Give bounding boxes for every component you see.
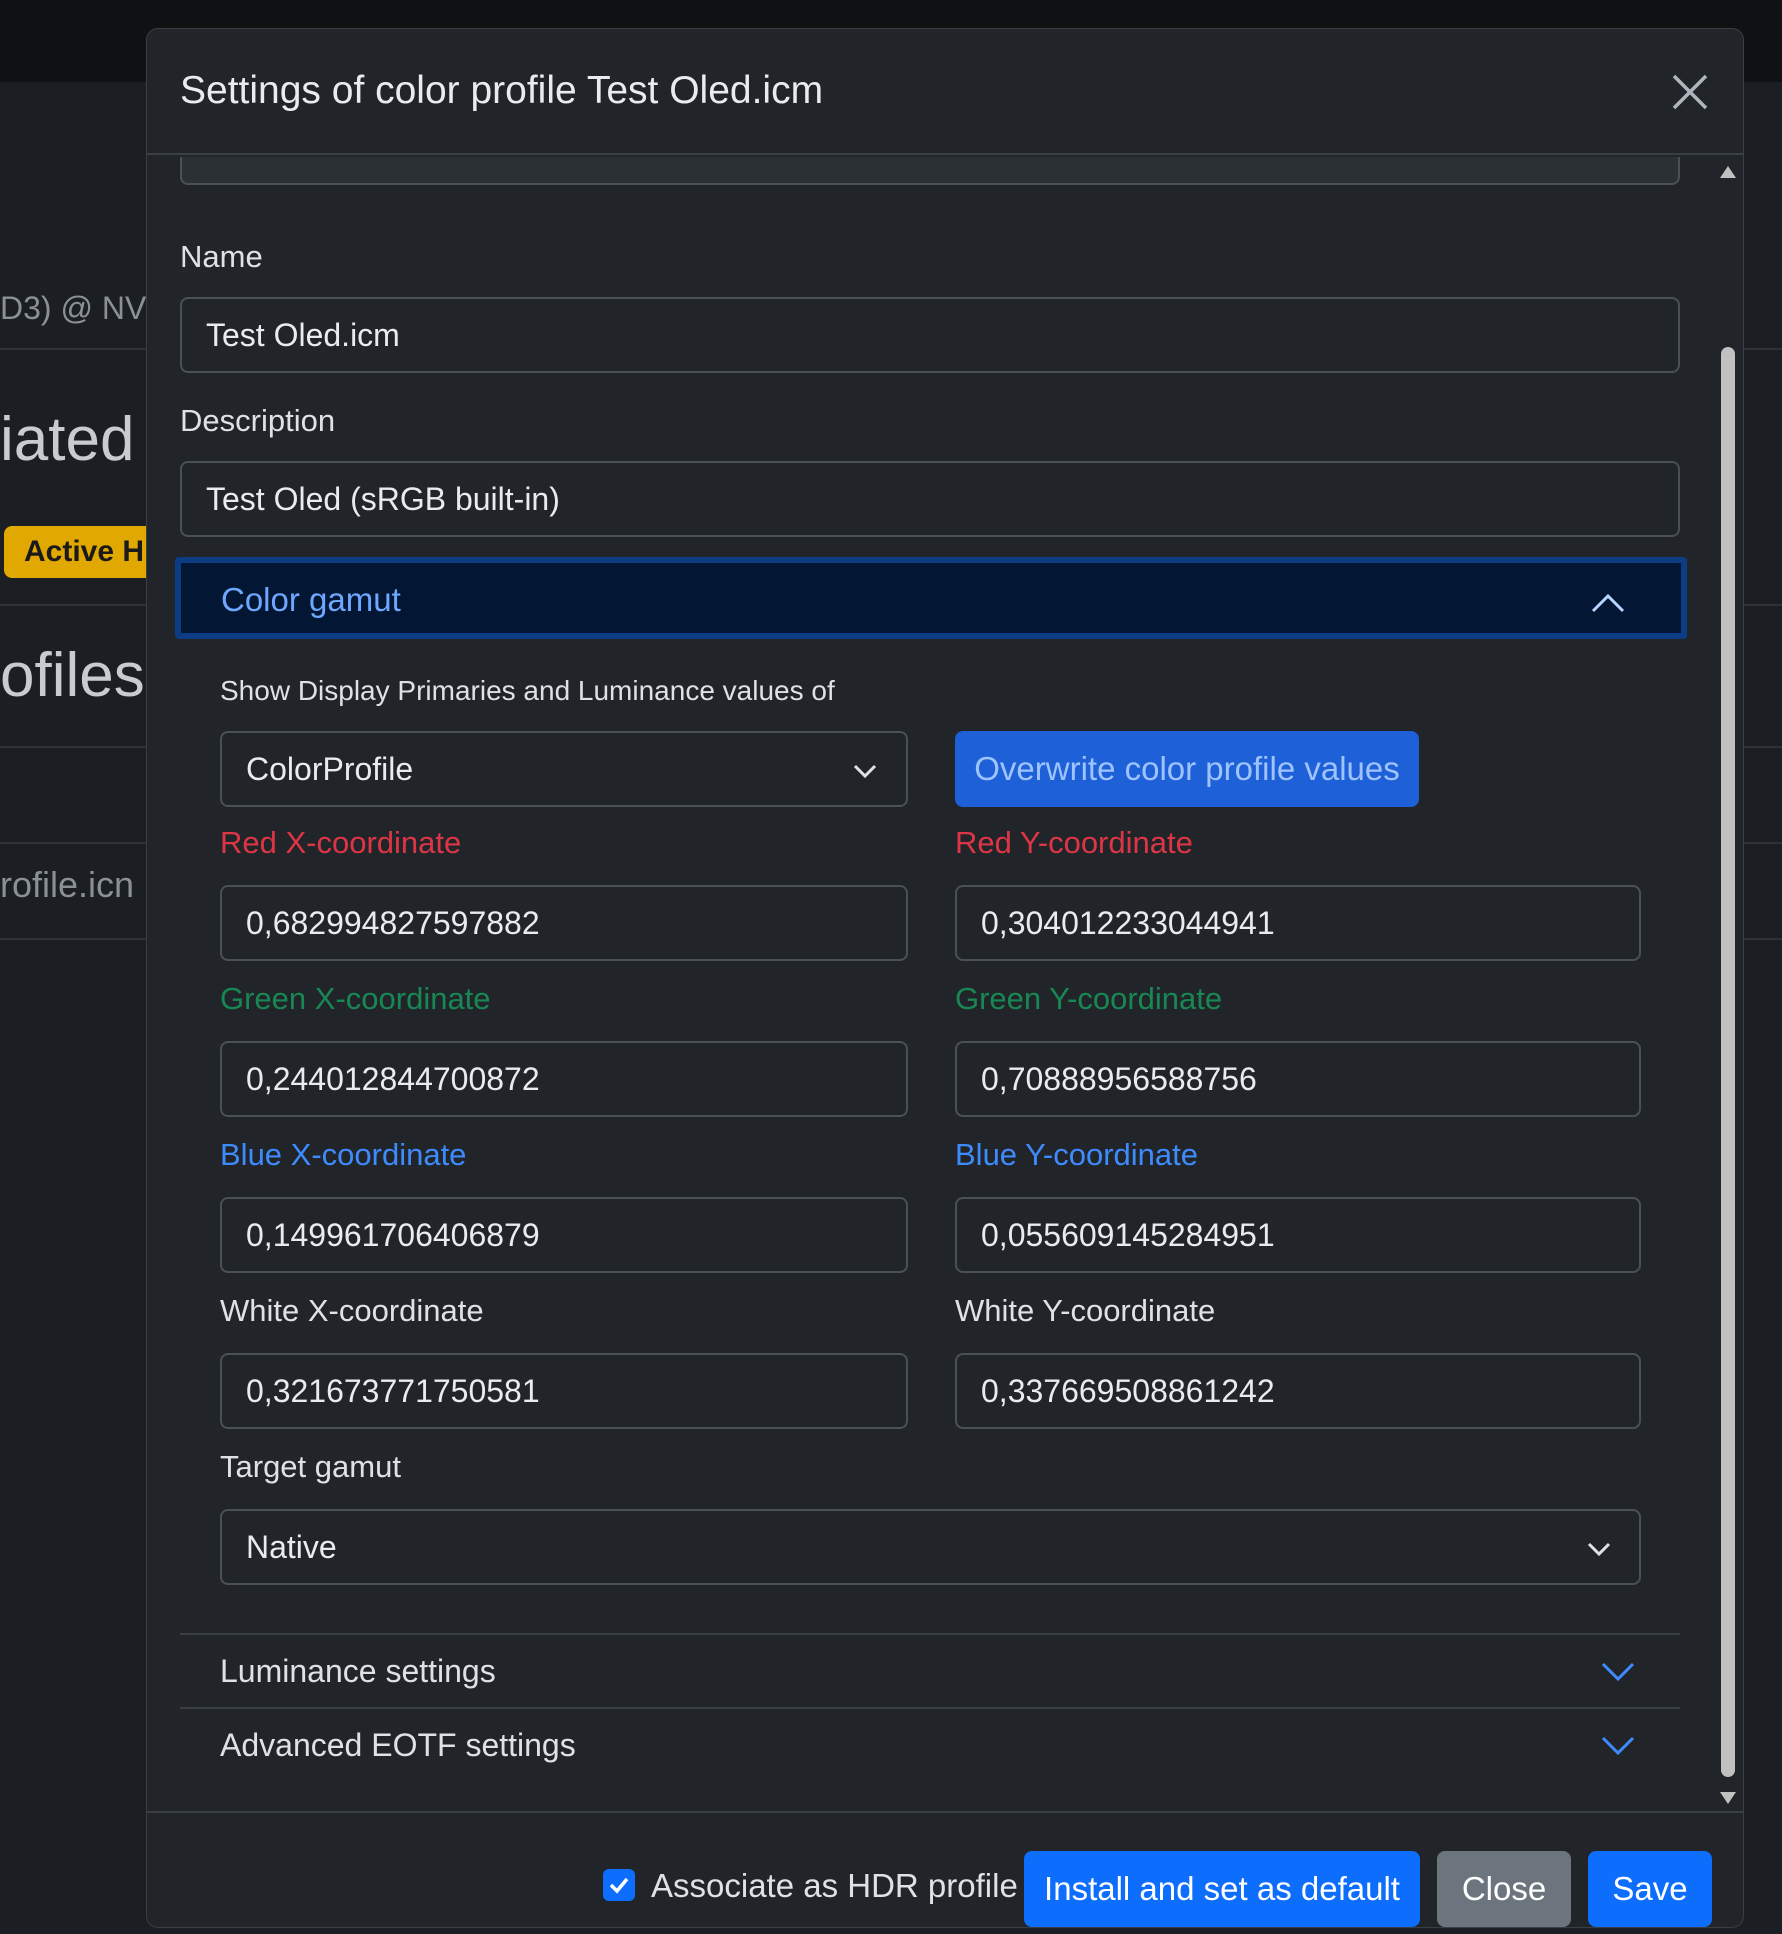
save-button[interactable]: Save <box>1588 1851 1712 1927</box>
target-gamut-value: Native <box>246 1529 337 1565</box>
description-label: Description <box>180 403 336 438</box>
name-label: Name <box>180 239 263 274</box>
blue-x-input[interactable]: 0,149961706406879 <box>220 1197 908 1273</box>
chevron-down-icon[interactable] <box>1601 1735 1635 1755</box>
blue-x-label: Blue X-coordinate <box>220 1137 467 1172</box>
scroll-up-icon[interactable] <box>1719 165 1737 179</box>
blue-y-label: Blue Y-coordinate <box>955 1137 1199 1172</box>
color-gamut-accordion-header[interactable]: Color gamut <box>175 557 1687 639</box>
divider <box>180 1707 1680 1709</box>
values-source-select[interactable]: ColorProfile <box>220 731 908 807</box>
red-y-input[interactable]: 0,304012233044941 <box>955 885 1641 961</box>
green-y-input[interactable]: 0,70888956588756 <box>955 1041 1641 1117</box>
divider <box>180 1633 1680 1635</box>
green-x-input[interactable]: 0,244012844700872 <box>220 1041 908 1117</box>
chevron-down-icon <box>853 764 877 779</box>
associate-hdr-label[interactable]: Associate as HDR profile <box>651 1867 1018 1905</box>
blue-y-input[interactable]: 0,055609145284951 <box>955 1197 1641 1273</box>
chevron-down-icon[interactable] <box>1601 1661 1635 1681</box>
red-x-input[interactable]: 0,682994827597882 <box>220 885 908 961</box>
values-source-value: ColorProfile <box>246 751 414 787</box>
red-x-label: Red X-coordinate <box>220 825 462 860</box>
white-x-label: White X-coordinate <box>220 1293 484 1328</box>
color-gamut-title: Color gamut <box>221 581 401 618</box>
target-gamut-select[interactable]: Native <box>220 1509 1641 1585</box>
scrolled-field <box>180 157 1680 185</box>
modal-body: Name Test Oled.icm Description Test Oled… <box>147 157 1743 1811</box>
modal-footer: Associate as HDR profile Install and set… <box>147 1811 1743 1927</box>
close-button[interactable]: Close <box>1437 1851 1571 1927</box>
background-heading: ofiles <box>0 641 145 710</box>
green-y-label: Green Y-coordinate <box>955 981 1223 1016</box>
install-default-button[interactable]: Install and set as default <box>1024 1851 1420 1927</box>
advanced-eotf-accordion[interactable]: Advanced EOTF settings <box>220 1727 576 1764</box>
close-icon[interactable] <box>1671 73 1709 111</box>
white-y-label: White Y-coordinate <box>955 1293 1216 1328</box>
color-profile-settings-dialog: Settings of color profile Test Oled.icm … <box>146 28 1744 1928</box>
background-device-row: D3) @ NV <box>0 290 147 326</box>
chevron-up-icon <box>1591 593 1625 613</box>
background-profile-row: rofile.icn <box>0 864 135 905</box>
green-x-label: Green X-coordinate <box>220 981 491 1016</box>
scrollbar-thumb[interactable] <box>1721 347 1735 1777</box>
checkmark-icon <box>609 1877 629 1894</box>
name-input[interactable]: Test Oled.icm <box>180 297 1680 373</box>
modal-header: Settings of color profile Test Oled.icm <box>147 29 1743 155</box>
red-y-label: Red Y-coordinate <box>955 825 1193 860</box>
luminance-settings-accordion[interactable]: Luminance settings <box>220 1653 496 1690</box>
background-heading: iated <box>0 405 135 474</box>
modal-title: Settings of color profile Test Oled.icm <box>180 69 824 112</box>
white-x-input[interactable]: 0,321673771750581 <box>220 1353 908 1429</box>
target-gamut-label: Target gamut <box>220 1449 401 1484</box>
chevron-down-icon <box>1587 1542 1611 1557</box>
show-values-label: Show Display Primaries and Luminance val… <box>220 675 835 706</box>
overwrite-values-button[interactable]: Overwrite color profile values <box>955 731 1419 807</box>
associate-hdr-checkbox[interactable] <box>603 1869 635 1901</box>
scroll-down-icon[interactable] <box>1719 1791 1737 1805</box>
white-y-input[interactable]: 0,337669508861242 <box>955 1353 1641 1429</box>
description-input[interactable]: Test Oled (sRGB built-in) <box>180 461 1680 537</box>
